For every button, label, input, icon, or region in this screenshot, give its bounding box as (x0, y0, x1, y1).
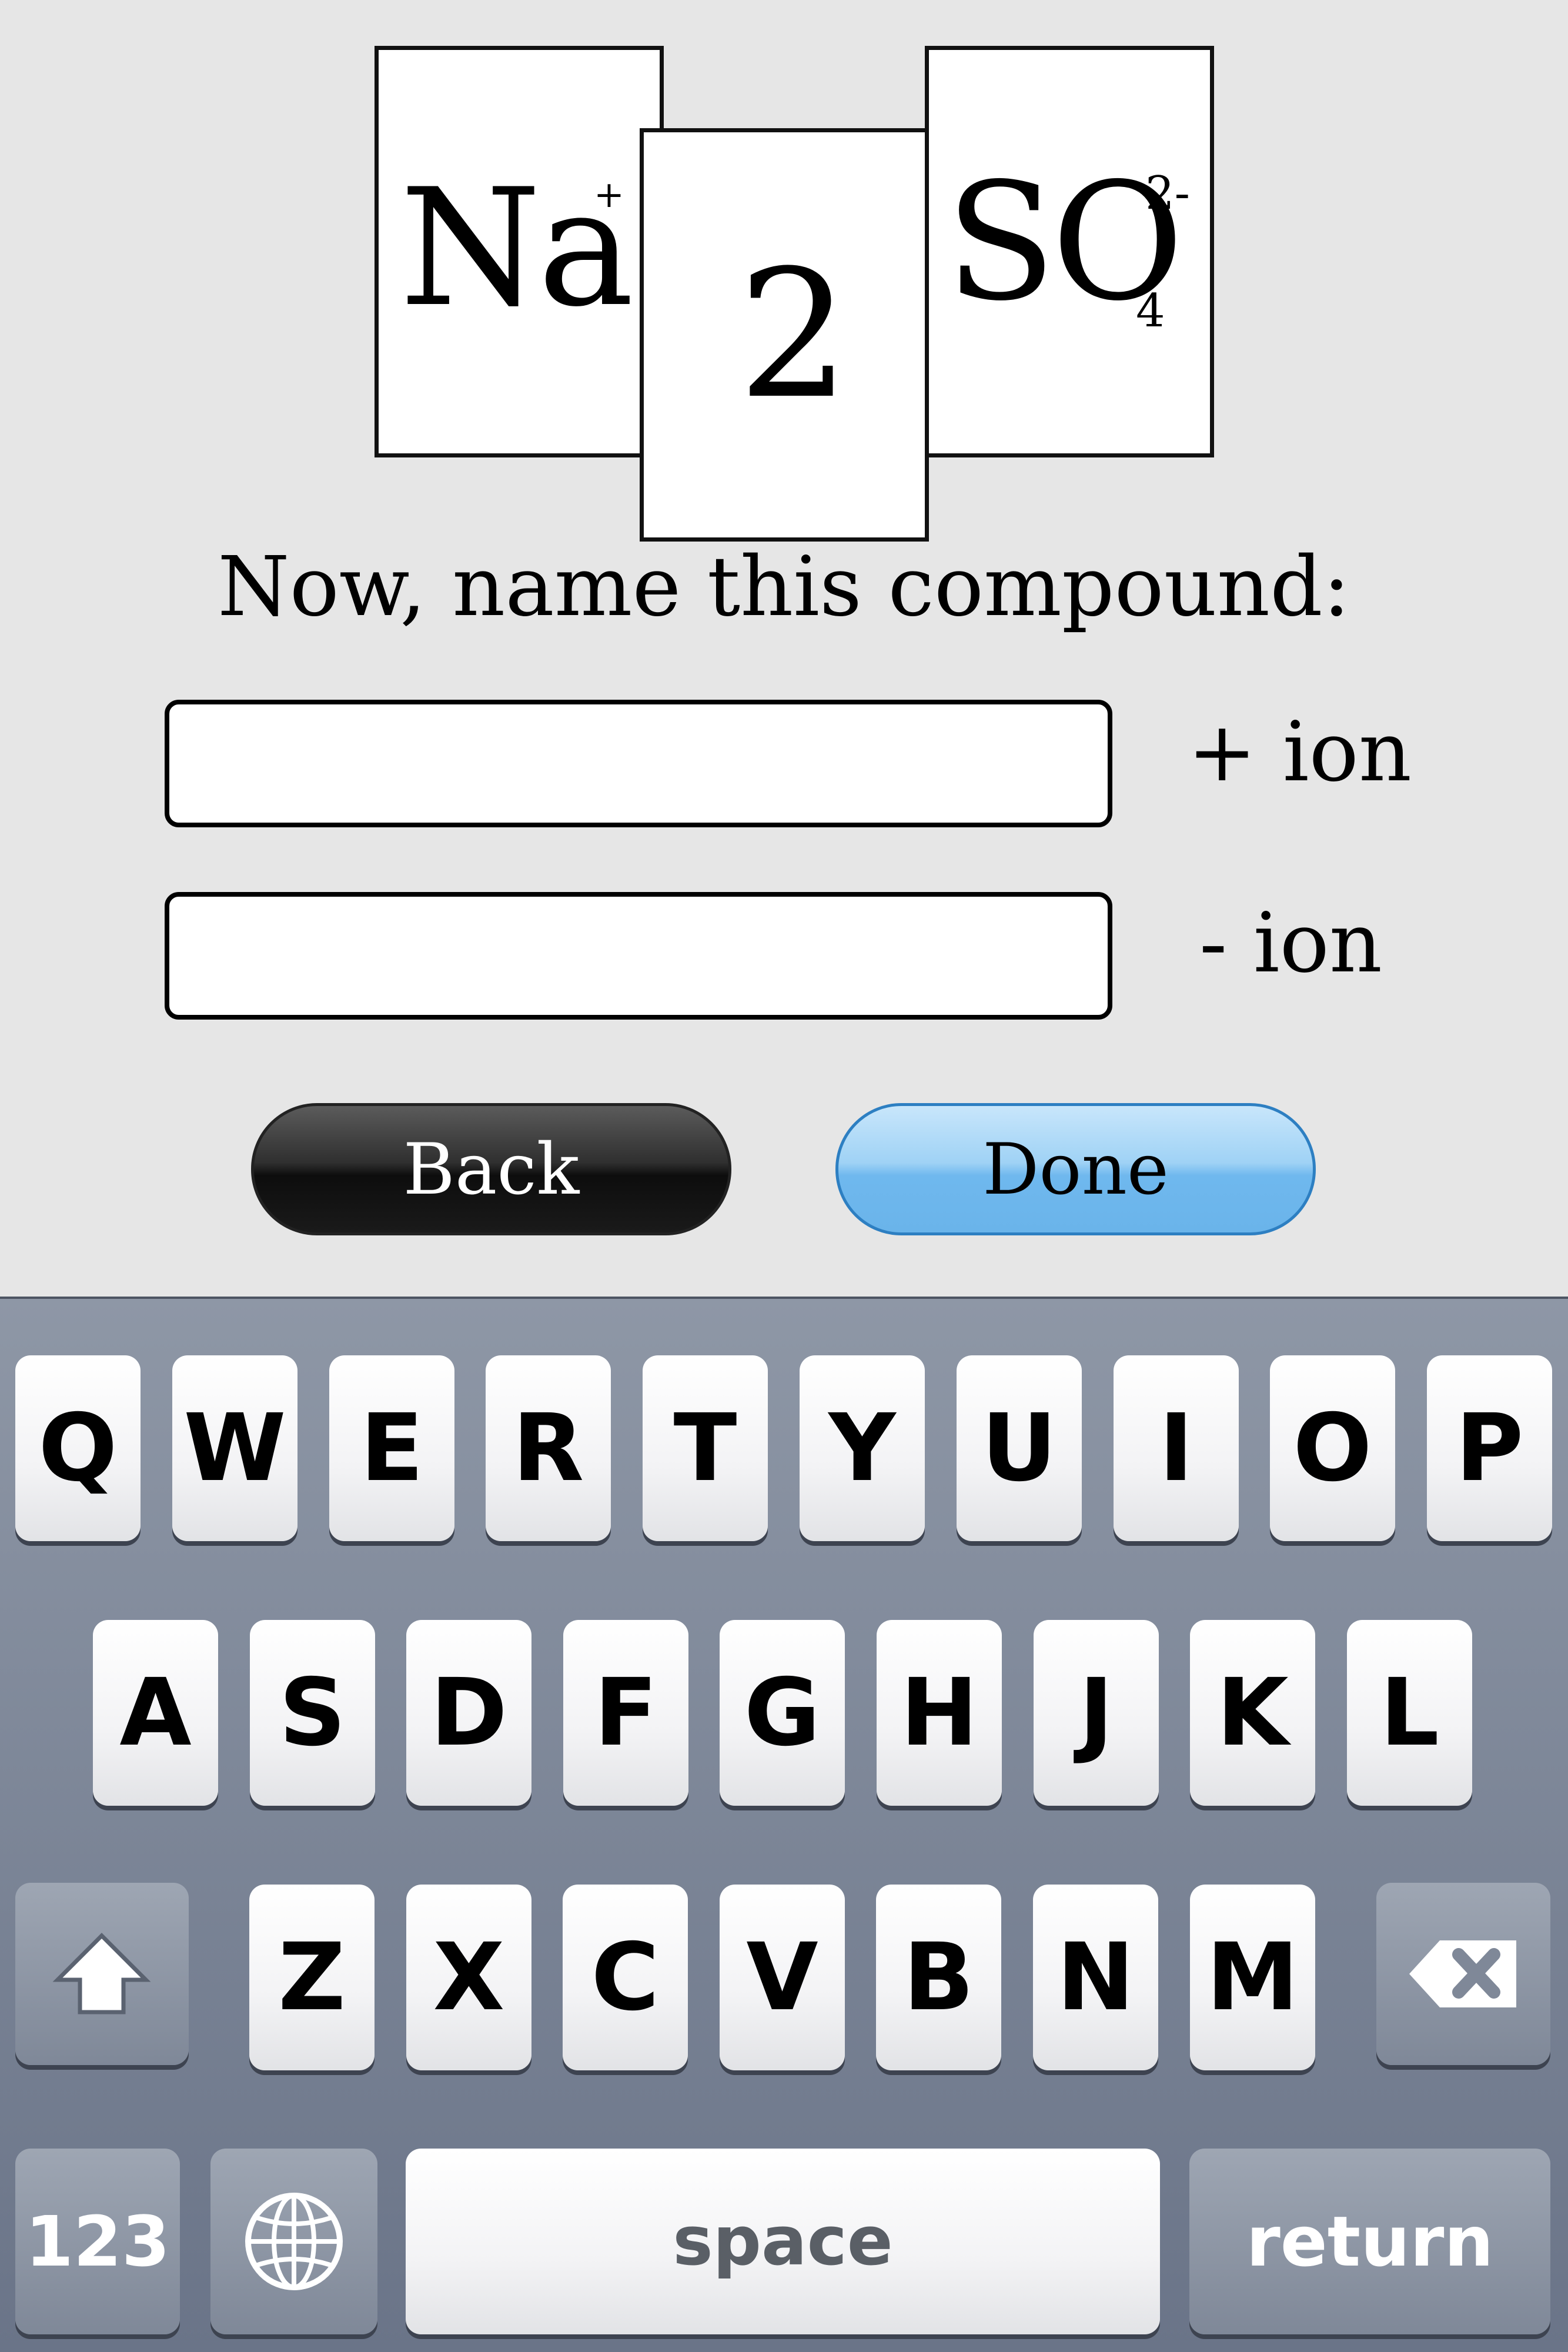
key-label: V (746, 1923, 818, 2032)
key-e[interactable]: E (329, 1355, 454, 1541)
shift-key[interactable] (15, 1883, 189, 2065)
key-r[interactable]: R (486, 1355, 611, 1541)
key-label: S (279, 1659, 346, 1767)
negative-ion-input[interactable] (165, 892, 1112, 1020)
key-q[interactable]: Q (15, 1355, 141, 1541)
key-label: U (981, 1394, 1057, 1502)
key-p[interactable]: P (1427, 1355, 1552, 1541)
numbers-key-label: 123 (25, 2201, 170, 2282)
key-z[interactable]: Z (249, 1885, 375, 2070)
positive-ion-label: + ion (1188, 704, 1412, 800)
key-label: O (1293, 1394, 1372, 1502)
backspace-icon (1409, 1940, 1516, 2007)
key-label: D (430, 1659, 508, 1767)
key-d[interactable]: D (406, 1620, 531, 1806)
key-label: H (900, 1659, 978, 1767)
key-l[interactable]: L (1347, 1620, 1472, 1806)
key-label: N (1057, 1923, 1135, 2032)
exercise-panel: Na + SO 2- 4 2 Now, name this compound: … (0, 0, 1568, 1297)
return-key-label: return (1246, 2201, 1494, 2282)
key-y[interactable]: Y (800, 1355, 925, 1541)
key-f[interactable]: F (563, 1620, 688, 1806)
key-g[interactable]: G (720, 1620, 845, 1806)
key-t[interactable]: T (643, 1355, 768, 1541)
key-label: I (1159, 1394, 1193, 1502)
key-k[interactable]: K (1190, 1620, 1315, 1806)
key-a[interactable]: A (93, 1620, 218, 1806)
key-label: Y (828, 1394, 896, 1502)
key-label: E (360, 1394, 424, 1502)
done-button[interactable]: Done (835, 1103, 1316, 1235)
key-label: W (183, 1394, 286, 1502)
keyboard: QWERTYUIOP ASDFGHJKL ZXCVBNM 123 space r… (0, 1297, 1568, 2352)
key-o[interactable]: O (1270, 1355, 1395, 1541)
key-label: C (591, 1923, 660, 2032)
key-label: P (1455, 1394, 1524, 1502)
key-label: X (433, 1923, 505, 2032)
prompt-text: Now, name this compound: (218, 539, 1350, 635)
key-label: Q (38, 1394, 118, 1502)
positive-ion-input[interactable] (165, 700, 1112, 827)
shift-icon (52, 1933, 151, 2014)
key-h[interactable]: H (877, 1620, 1002, 1806)
space-key-label: space (673, 2202, 893, 2281)
globe-icon (245, 2193, 343, 2290)
cation-charge: + (594, 173, 624, 216)
key-n[interactable]: N (1033, 1885, 1158, 2070)
key-label: J (1079, 1659, 1114, 1767)
key-u[interactable]: U (957, 1355, 1082, 1541)
key-label: T (673, 1394, 737, 1502)
key-x[interactable]: X (406, 1885, 531, 2070)
key-label: M (1206, 1923, 1299, 2032)
key-c[interactable]: C (563, 1885, 688, 2070)
back-button[interactable]: Back (251, 1103, 731, 1235)
key-label: R (512, 1394, 584, 1502)
key-label: L (1380, 1659, 1439, 1767)
space-key[interactable]: space (406, 2149, 1160, 2334)
key-j[interactable]: J (1034, 1620, 1159, 1806)
key-label: B (903, 1923, 974, 2032)
return-key[interactable]: return (1189, 2149, 1550, 2334)
key-w[interactable]: W (172, 1355, 297, 1541)
numbers-key[interactable]: 123 (15, 2149, 180, 2334)
key-label: G (744, 1659, 821, 1767)
key-m[interactable]: M (1190, 1885, 1315, 2070)
key-label: K (1216, 1659, 1289, 1767)
key-label: A (119, 1659, 192, 1767)
anion-subscript: 4 (1136, 285, 1165, 338)
key-v[interactable]: V (720, 1885, 845, 2070)
globe-key[interactable] (210, 2149, 377, 2334)
backspace-key[interactable] (1376, 1883, 1550, 2065)
negative-ion-label: - ion (1199, 896, 1383, 991)
anion-charge: 2- (1145, 167, 1190, 220)
key-s[interactable]: S (250, 1620, 375, 1806)
key-label: Z (278, 1923, 346, 2032)
key-label: F (594, 1659, 658, 1767)
key-i[interactable]: I (1114, 1355, 1239, 1541)
key-b[interactable]: B (876, 1885, 1001, 2070)
subscript-number: 2 (738, 232, 850, 437)
